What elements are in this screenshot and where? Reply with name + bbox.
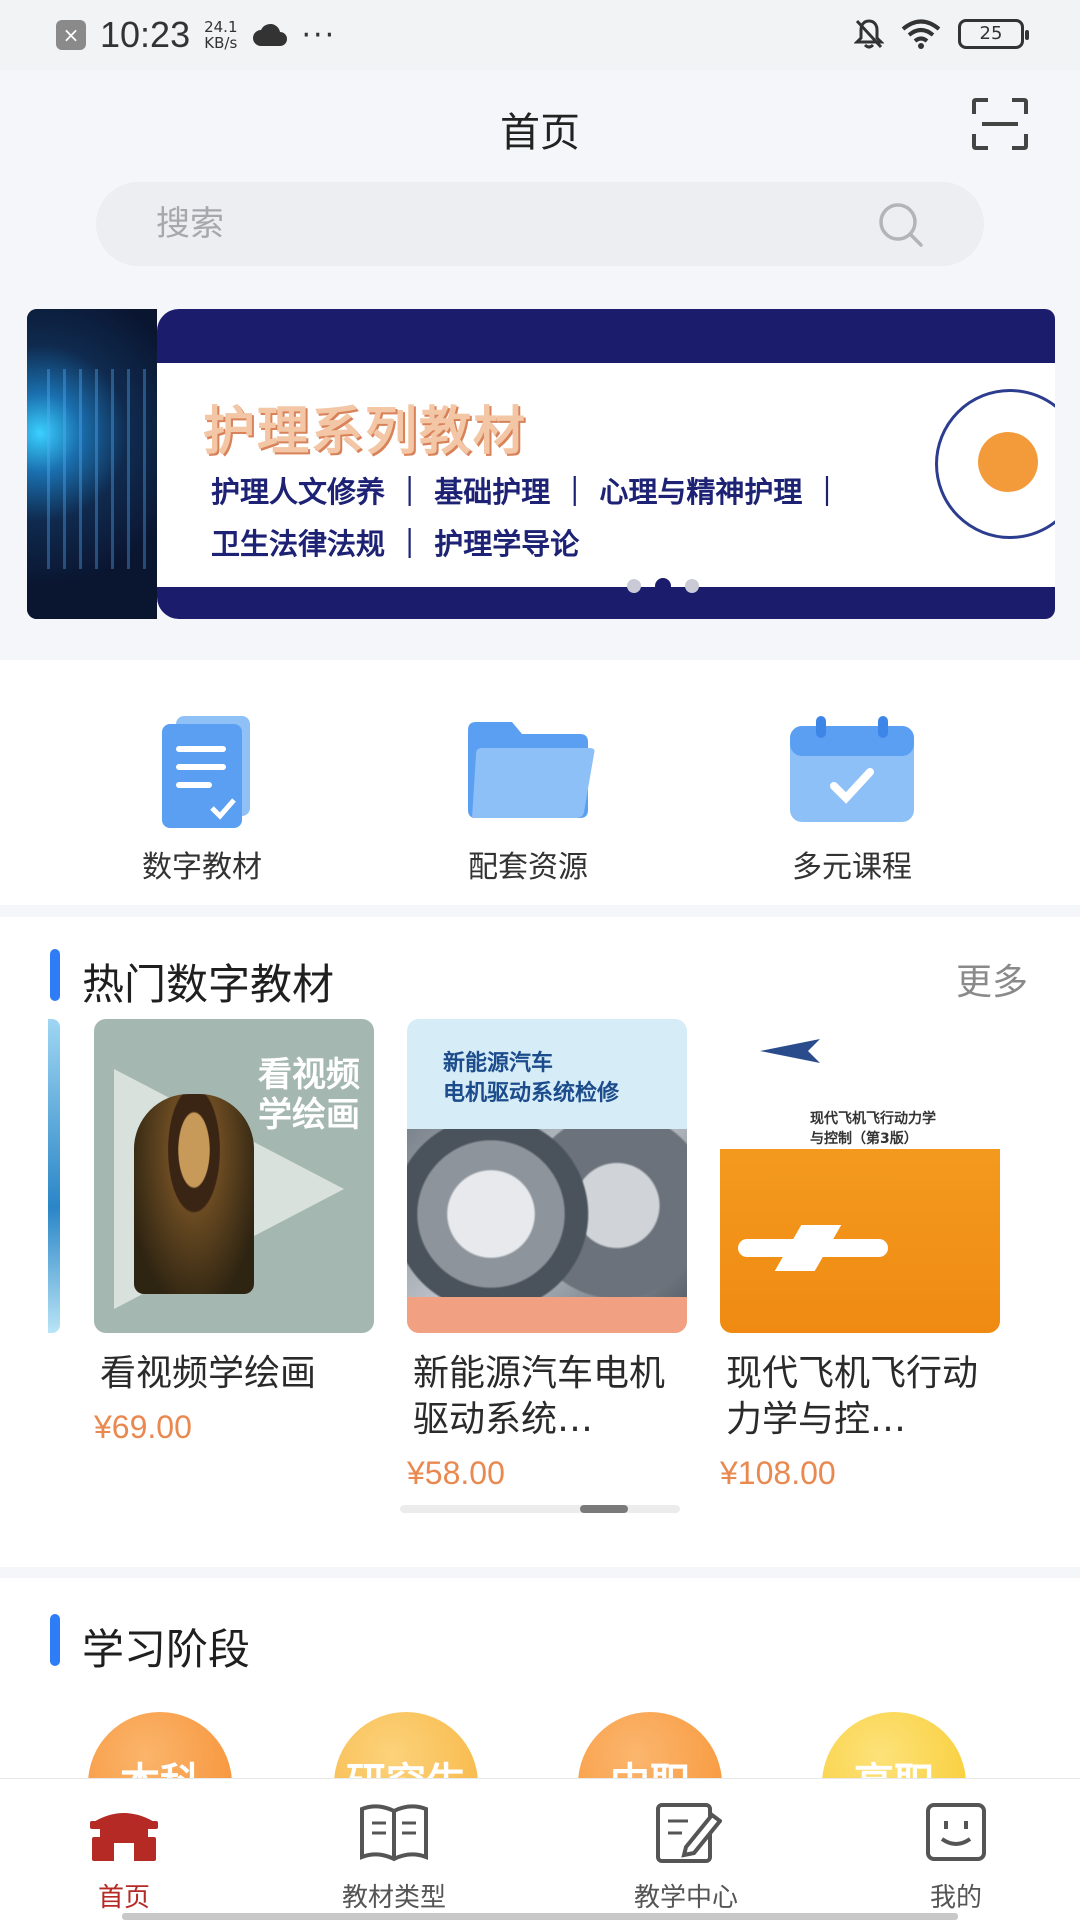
status-bar: × 10:23 24.1 KB/s ··· 25 (0, 0, 1080, 70)
banner-subtitle-2: 卫生法律法规 ｜ 护理学导论 (211, 527, 580, 561)
search-icon[interactable] (878, 202, 924, 248)
carousel-indicator (627, 578, 699, 594)
tab-label: 我的 (929, 1883, 982, 1913)
cover-title: 新能源汽车 电机驱动系统检修 (443, 1051, 620, 1106)
book-title: 现代飞机飞行动力学与控… (726, 1353, 979, 1440)
cloud-icon (252, 23, 287, 46)
banner-slide[interactable]: 护理系列教材 护理人文修养 ｜ 基础护理 ｜ 心理与精神护理 ｜ 卫生法律法规 … (157, 309, 1055, 619)
book-card[interactable]: 现代飞机飞行动力学 与控制（第3版） 现代飞机飞行动力学与控… ¥108.00 (720, 1019, 1000, 1492)
notification-close-icon: × (56, 20, 86, 50)
scrollbar-thumb[interactable] (580, 1505, 628, 1513)
banner-carousel[interactable]: 护理系列教材 护理人文修养 ｜ 基础护理 ｜ 心理与精神护理 ｜ 卫生法律法规 … (27, 309, 1055, 619)
section-accent-bar (50, 1614, 60, 1666)
cover-title: 看视频 学绘画 (258, 1055, 360, 1135)
entry-label: 数字教材 (142, 850, 262, 885)
entry-courses[interactable]: 多元课程 (732, 710, 972, 886)
school-logo (935, 389, 1055, 539)
tab-label: 首页 (97, 1883, 150, 1913)
book-price: ¥58.00 (407, 1455, 505, 1491)
carousel-dot[interactable] (627, 579, 641, 593)
tab-textbook-types[interactable]: 教材类型 (294, 1801, 494, 1914)
quick-entry-grid: 数字教材 配套资源 多元课程 (0, 660, 1080, 905)
wifi-icon (901, 19, 941, 49)
banner-subtitle-1: 护理人文修养 ｜ 基础护理 ｜ 心理与精神护理 ｜ (211, 475, 842, 509)
book-title: 看视频学绘画 (100, 1353, 317, 1394)
battery-icon: 25 (958, 19, 1029, 49)
banner-title: 护理系列教材 (203, 402, 528, 462)
book-cover: 现代飞机飞行动力学 与控制（第3版） (720, 1019, 1000, 1333)
tab-profile[interactable]: 我的 (856, 1801, 1056, 1914)
tab-home[interactable]: 首页 (24, 1801, 224, 1914)
tab-teaching-center[interactable]: 教学中心 (586, 1801, 786, 1914)
status-time: 10:23 (100, 14, 191, 55)
book-cover: 新能源汽车 电机驱动系统检修 (407, 1019, 687, 1333)
entry-digital-textbook[interactable]: 数字教材 (82, 710, 322, 886)
more-status-icon: ··· (301, 17, 337, 53)
edit-icon (656, 1803, 723, 1863)
document-icon (162, 716, 250, 828)
page-title: 首页 (500, 110, 580, 156)
section-accent-bar (50, 949, 60, 1001)
mute-bell-icon (854, 19, 884, 49)
section-title: 热门数字教材 (82, 960, 335, 1009)
book-cover: 看视频 学绘画 (94, 1019, 374, 1333)
entry-label: 配套资源 (468, 850, 588, 885)
entry-resources[interactable]: 配套资源 (408, 710, 648, 886)
hot-textbooks-section: 热门数字教材 更多 看视频 学绘画 看视频学绘画 ¥69.00 新能源汽车 电机驱动… (0, 917, 1080, 1567)
search-bar[interactable] (96, 182, 984, 266)
book-card[interactable]: 新能源汽车 电机驱动系统检修 新能源汽车电机驱动系统… ¥58.00 (407, 1019, 687, 1492)
horizontal-scrollbar[interactable] (400, 1505, 680, 1513)
gesture-bar (122, 1913, 958, 1920)
carousel-dot[interactable] (685, 579, 699, 593)
book-card[interactable]: 看视频 学绘画 看视频学绘画 ¥69.00 (94, 1019, 374, 1446)
tab-label: 教材类型 (341, 1883, 446, 1913)
book-price: ¥108.00 (720, 1455, 836, 1491)
book-cover-partial[interactable] (48, 1019, 60, 1333)
bottom-tab-bar: 首页 教材类型 教学中心 我的 (0, 1778, 1080, 1920)
network-speed: 24.1 KB/s (204, 19, 237, 51)
book-icon (360, 1804, 428, 1862)
entry-label: 多元课程 (792, 850, 912, 885)
more-link[interactable]: 更多 (956, 953, 1028, 1005)
search-input[interactable] (156, 182, 856, 266)
banner-prev-slide-image (27, 309, 157, 619)
tab-label: 教学中心 (633, 1883, 738, 1913)
calendar-check-icon (790, 716, 914, 822)
book-title: 新能源汽车电机驱动系统… (413, 1353, 666, 1440)
top-app-bar: 首页 (0, 70, 1080, 180)
profile-icon (926, 1803, 986, 1861)
scan-icon[interactable] (972, 98, 1028, 150)
network-speed-value: 24.1 (204, 18, 238, 36)
folder-icon (468, 722, 595, 818)
carousel-dot-active[interactable] (655, 578, 671, 594)
network-speed-unit: KB/s (204, 34, 238, 52)
book-price: ¥69.00 (94, 1409, 192, 1445)
section-title: 学习阶段 (82, 1625, 251, 1674)
cover-title: 现代飞机飞行动力学 与控制（第3版） (810, 1111, 936, 1147)
home-icon (90, 1813, 158, 1861)
